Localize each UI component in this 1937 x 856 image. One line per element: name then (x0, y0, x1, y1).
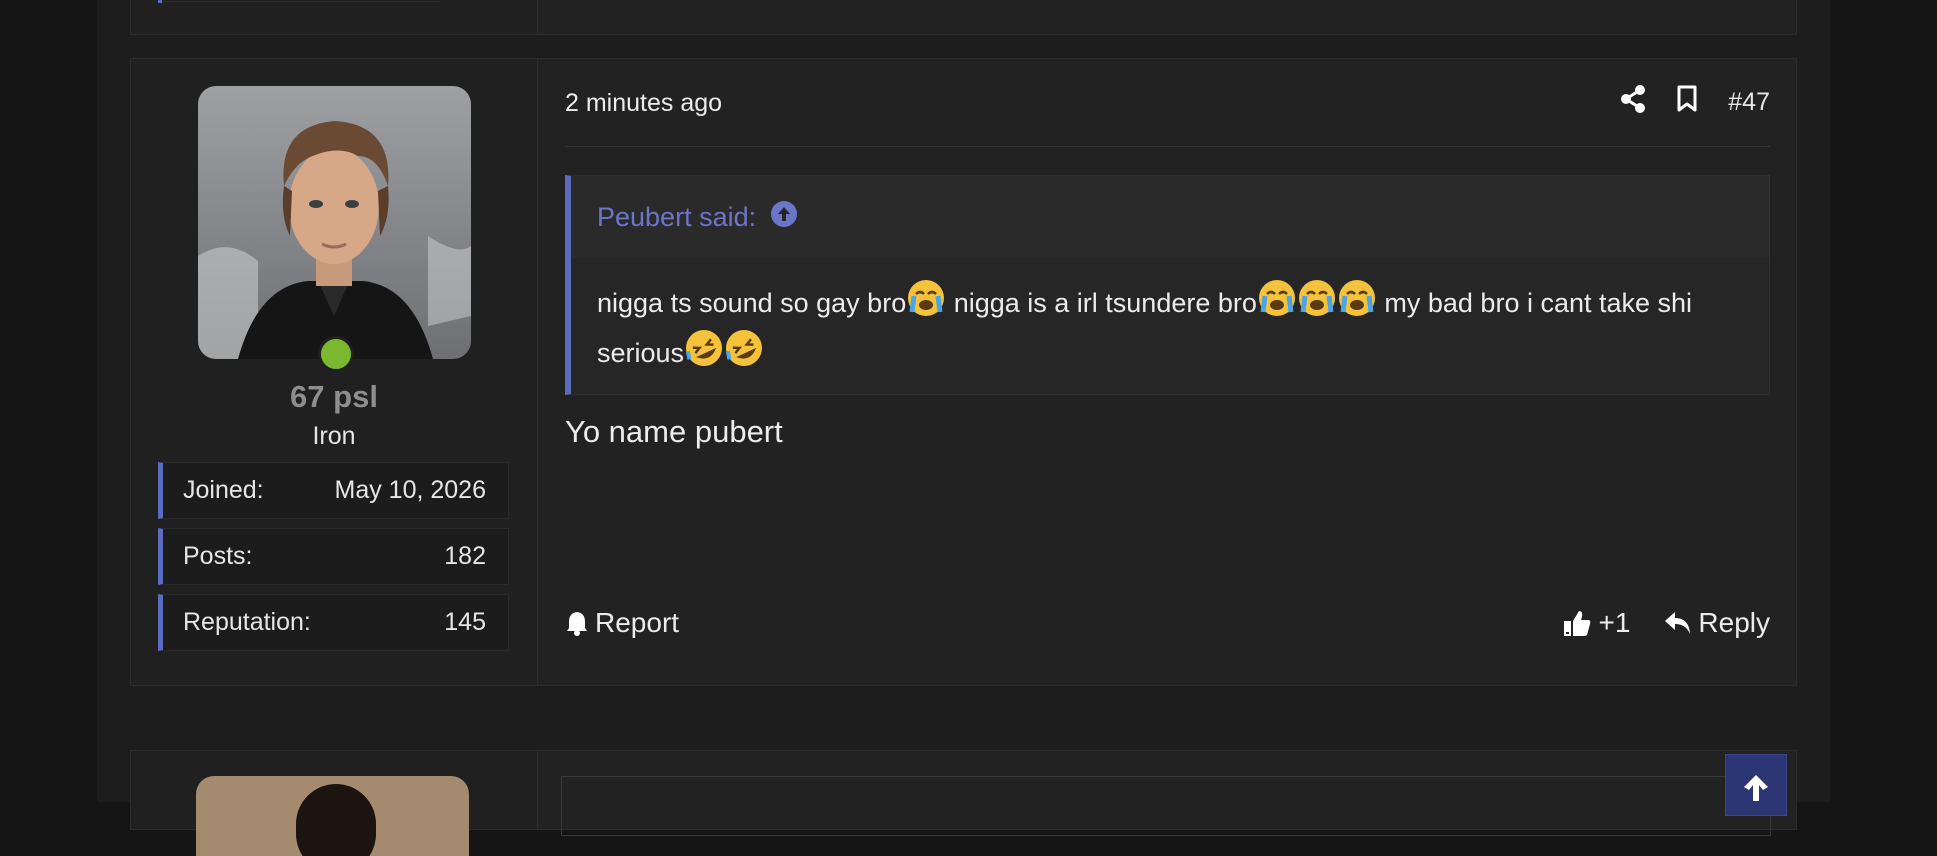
post-header-actions: #47 (1620, 85, 1770, 120)
reply-label: Reply (1698, 607, 1770, 638)
loudly-crying-face-icon (1338, 280, 1375, 316)
quote-block: Peubert said: nigga ts sound so gay bro … (565, 175, 1770, 395)
user-title: Iron (312, 422, 356, 450)
thumbs-up-icon (1564, 611, 1591, 636)
loudly-crying-face-icon (908, 280, 945, 316)
online-status-indicator (318, 336, 354, 372)
stat-label: Reputation: (183, 608, 311, 636)
stat-value: 182 (444, 542, 486, 570)
previous-post-user-column (131, 0, 538, 34)
stat-label: Posts: (183, 542, 253, 570)
stat-joined: Joined: May 10, 2026 (158, 462, 509, 519)
next-post-quote-box (561, 776, 1771, 836)
share-icon[interactable] (1620, 85, 1646, 120)
scroll-to-top-button[interactable] (1725, 754, 1787, 816)
arrow-up-circle-icon[interactable] (770, 200, 798, 235)
reply-button[interactable]: Reply (1664, 607, 1770, 639)
next-post-avatar-figure (296, 784, 376, 856)
post: 67 psl Iron Joined: May 10, 2026 Posts: … (130, 58, 1797, 686)
like-button[interactable]: +1 (1562, 607, 1630, 639)
post-footer: Report +1 Reply (565, 607, 1770, 639)
previous-post-stat-box (158, 0, 440, 2)
previous-post-stat-accent (158, 0, 162, 3)
post-timestamp[interactable]: 2 minutes ago (565, 89, 722, 118)
next-post-user-column (131, 751, 538, 856)
previous-post (130, 0, 1797, 35)
reply-icon (1665, 612, 1691, 634)
stat-posts: Posts: 182 (158, 528, 509, 585)
quote-body: nigga ts sound so gay bro nigga is a irl… (571, 258, 1769, 378)
next-post-avatar[interactable] (196, 776, 469, 856)
post-message-column: 2 minutes ago #47 Peubert said: nigga ts… (538, 59, 1796, 685)
bookmark-icon[interactable] (1676, 85, 1698, 120)
header-divider (565, 146, 1770, 147)
rolling-on-floor-laughing-icon (685, 330, 723, 366)
report-button[interactable]: Report (565, 607, 679, 639)
bell-icon (567, 612, 587, 636)
stat-label: Joined: (183, 476, 264, 504)
quote-header[interactable]: Peubert said: (571, 176, 1769, 258)
quote-text: nigga ts sound so gay bro (597, 288, 907, 318)
post-number-link[interactable]: #47 (1728, 88, 1770, 117)
loudly-crying-face-icon (1258, 280, 1295, 316)
avatar[interactable] (198, 86, 471, 359)
report-label: Report (595, 607, 680, 638)
post-message: Yo name pubert (565, 414, 783, 449)
arrow-up-icon (1744, 775, 1768, 801)
quote-text: nigga is a irl tsundere bro (946, 288, 1257, 318)
username[interactable]: 67 psl (131, 379, 537, 415)
rolling-on-floor-laughing-icon (725, 330, 763, 366)
quote-author[interactable]: Peubert said: (597, 202, 756, 233)
stat-value: May 10, 2026 (334, 476, 487, 504)
loudly-crying-face-icon (1298, 280, 1335, 316)
stat-reputation: Reputation: 145 (158, 594, 509, 651)
like-count: +1 (1598, 607, 1631, 638)
post-user-column: 67 psl Iron Joined: May 10, 2026 Posts: … (131, 59, 538, 685)
stat-value: 145 (444, 608, 486, 636)
